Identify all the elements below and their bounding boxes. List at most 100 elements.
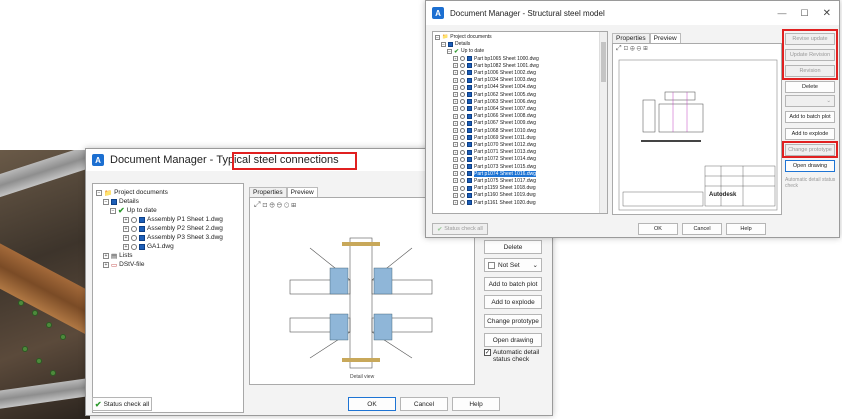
status-check-all-button[interactable]: ✔ Status check all bbox=[432, 223, 488, 235]
tree-item-drawing[interactable]: + Part p1069 Sheet 1011.dwg bbox=[453, 134, 536, 141]
status-icon bbox=[460, 185, 465, 191]
cancel-button[interactable]: Cancel bbox=[682, 223, 722, 235]
bolt-icon bbox=[32, 310, 38, 316]
tab-properties[interactable]: Properties bbox=[612, 33, 650, 43]
tree-item-drawing[interactable]: + Part p1072 Sheet 1014.dwg bbox=[453, 156, 536, 163]
details-icon bbox=[448, 41, 453, 47]
tree-item-drawing[interactable]: + Part p1006 Sheet 1002.dwg bbox=[453, 69, 536, 76]
tree-item-drawing[interactable]: + Part p1074 Sheet 1016.dwg bbox=[453, 170, 536, 177]
change-prototype-button[interactable]: Change prototype bbox=[484, 314, 542, 328]
add-to-explode-button[interactable]: Add to explode bbox=[785, 128, 835, 140]
expand-icon[interactable]: + bbox=[453, 156, 458, 162]
scrollbar-thumb[interactable] bbox=[601, 42, 606, 82]
document-tree[interactable]: − 📁 Project documents − Details − ✔ Up to dat… bbox=[432, 31, 608, 214]
delete-button[interactable]: Delete bbox=[484, 240, 542, 254]
tree-item-drawing[interactable]: + Part p1160 Sheet 1019.dwg bbox=[453, 192, 536, 199]
minimize-icon[interactable]: — bbox=[778, 8, 787, 18]
close-icon[interactable]: ✕ bbox=[823, 8, 831, 19]
expand-icon[interactable]: + bbox=[453, 135, 458, 141]
tree-item-details[interactable]: − Details bbox=[441, 41, 470, 47]
tree-item-drawing[interactable]: + Assembly P3 Sheet 3.dwg bbox=[123, 233, 223, 242]
tree-item-dstv[interactable]: + ▭ DStV-file bbox=[103, 260, 144, 269]
tree-item-uptodate[interactable]: − ✔ Up to date bbox=[110, 206, 157, 215]
cancel-button[interactable]: Cancel bbox=[400, 397, 448, 411]
drawing-icon bbox=[467, 178, 472, 184]
add-to-batch-plot-button[interactable]: Add to batch plot bbox=[484, 277, 542, 291]
tree-item-root[interactable]: − 📁 Project documents bbox=[435, 34, 492, 40]
tree-item-details[interactable]: − Details bbox=[103, 197, 139, 206]
tab-properties[interactable]: Properties bbox=[249, 187, 287, 197]
expand-icon[interactable]: + bbox=[453, 128, 458, 133]
expand-icon[interactable]: + bbox=[453, 70, 458, 76]
ok-button[interactable]: OK bbox=[638, 223, 678, 235]
tree-item-drawing[interactable]: + Part bp1065 Sheet 1000.dwg bbox=[453, 55, 539, 62]
expand-icon[interactable]: + bbox=[453, 171, 458, 177]
tree-item-drawing[interactable]: + Part p1161 Sheet 1020.dwg bbox=[453, 199, 536, 206]
tree-item-uptodate[interactable]: − ✔ Up to date bbox=[447, 48, 484, 55]
expand-icon[interactable]: + bbox=[453, 200, 458, 205]
tree-item-drawing[interactable]: + Part p1067 Sheet 1009.dwg bbox=[453, 120, 536, 127]
tree-item-drawing[interactable]: + Part p1063 Sheet 1006.dwg bbox=[453, 98, 536, 105]
tree-item-drawing[interactable]: + Part p1062 Sheet 1005.dwg bbox=[453, 91, 536, 98]
ok-button[interactable]: OK bbox=[348, 397, 396, 411]
add-to-batch-plot-button[interactable]: Add to batch plot bbox=[785, 111, 835, 123]
tree-item-drawing[interactable]: + Part p1159 Sheet 1018.dwg bbox=[453, 185, 536, 192]
dropdown-value: Not Set bbox=[498, 261, 520, 269]
tree-item-drawing[interactable]: + Part p1034 Sheet 1003.dwg bbox=[453, 77, 536, 84]
tree-item-drawing[interactable]: + Part p1071 Sheet 1013.dwg bbox=[453, 149, 536, 156]
status-icon bbox=[131, 243, 137, 250]
expand-icon[interactable]: + bbox=[453, 164, 458, 169]
expand-icon[interactable]: + bbox=[453, 99, 458, 105]
tree-item-drawing[interactable]: + Assembly P2 Sheet 2.dwg bbox=[123, 224, 223, 233]
delete-button[interactable]: Delete bbox=[785, 81, 835, 93]
expand-icon[interactable]: + bbox=[453, 185, 458, 191]
tree-item-drawing[interactable]: + Part p1070 Sheet 1012.dwg bbox=[453, 141, 536, 148]
zoom-all-icon[interactable]: ⊞ bbox=[643, 45, 649, 52]
tree-item-drawing[interactable]: + GA1.dwg bbox=[123, 242, 174, 251]
help-button[interactable]: Help bbox=[726, 223, 766, 235]
status-check-all-button[interactable]: ✔ Status check all bbox=[92, 397, 152, 411]
tree-item-drawing[interactable]: + Part bp1082 Sheet 1001.dwg bbox=[453, 62, 539, 69]
expand-icon[interactable]: + bbox=[453, 63, 458, 69]
expand-icon[interactable]: + bbox=[453, 77, 458, 83]
zoom-extents-icon[interactable]: ⤢ bbox=[616, 45, 624, 52]
expand-icon[interactable]: + bbox=[453, 178, 458, 184]
auto-status-check[interactable]: ✓ Automatic detail status check bbox=[484, 349, 548, 363]
tree-item-drawing[interactable]: + Part p1068 Sheet 1010.dwg bbox=[453, 127, 536, 134]
bolt-icon bbox=[22, 346, 28, 352]
add-to-explode-button[interactable]: Add to explode bbox=[484, 295, 542, 309]
expand-icon[interactable]: + bbox=[453, 120, 458, 126]
expand-icon[interactable]: + bbox=[453, 56, 458, 61]
status-dropdown[interactable]: ⌄ bbox=[785, 95, 835, 107]
expand-icon[interactable]: + bbox=[453, 113, 458, 119]
tree-item-root[interactable]: − 📁 Project documents bbox=[96, 188, 168, 197]
tree-item-lists[interactable]: + ▤ Lists bbox=[103, 251, 133, 260]
expand-icon[interactable]: + bbox=[453, 92, 458, 97]
open-drawing-button[interactable]: Open drawing bbox=[484, 333, 542, 347]
tab-preview[interactable]: Preview bbox=[286, 187, 318, 197]
tree-item-drawing[interactable]: + Part p1075 Sheet 1017.dwg bbox=[453, 177, 536, 184]
tree-item-drawing[interactable]: + Part p1066 Sheet 1008.dwg bbox=[453, 113, 536, 120]
tree-label: Assembly P1 Sheet 1.dwg bbox=[147, 216, 223, 223]
auto-status-check[interactable]: Automatic detail status check bbox=[785, 177, 837, 189]
tree-item-drawing[interactable]: + Part p1044 Sheet 1004.dwg bbox=[453, 84, 536, 91]
tab-preview[interactable]: Preview bbox=[649, 33, 681, 43]
expand-icon[interactable]: + bbox=[453, 84, 458, 90]
open-drawing-button[interactable]: Open drawing bbox=[785, 160, 835, 172]
expand-icon[interactable]: + bbox=[453, 149, 458, 155]
help-button[interactable]: Help bbox=[452, 397, 500, 411]
document-tree[interactable]: − 📁 Project documents − Details − ✔ Up to dat… bbox=[92, 183, 244, 413]
status-icon bbox=[460, 171, 465, 177]
tree-item-drawing[interactable]: + Part p1073 Sheet 1015.dwg bbox=[453, 163, 536, 170]
tree-item-drawing[interactable]: + Part p1064 Sheet 1007.dwg bbox=[453, 105, 536, 112]
expand-icon[interactable]: + bbox=[453, 192, 458, 198]
expand-icon[interactable]: + bbox=[453, 142, 458, 148]
checkbox-icon[interactable]: ✓ bbox=[484, 349, 491, 356]
tree-item-drawing[interactable]: + Assembly P1 Sheet 1.dwg bbox=[123, 215, 223, 224]
tree-label: Part bp1065 Sheet 1000.dwg bbox=[474, 55, 539, 62]
zoom-in-icon[interactable]: ⊕ bbox=[630, 45, 637, 52]
scrollbar[interactable] bbox=[599, 32, 607, 213]
expand-icon[interactable]: + bbox=[453, 106, 458, 112]
maximize-icon[interactable]: ☐ bbox=[801, 8, 809, 19]
status-dropdown[interactable]: Not Set ⌄ bbox=[484, 258, 542, 272]
